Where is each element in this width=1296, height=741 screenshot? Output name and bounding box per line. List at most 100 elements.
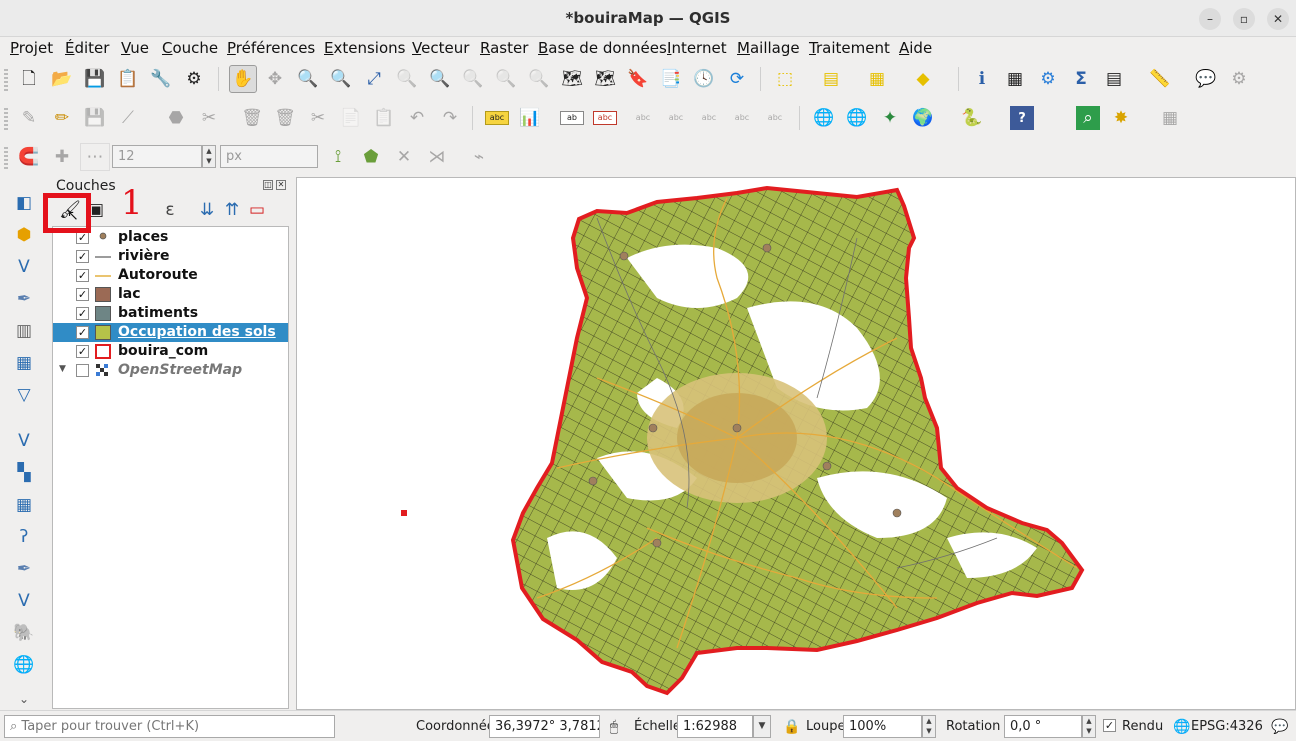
- measure-line-icon[interactable]: 📏: [1148, 67, 1172, 91]
- menu-vecteur[interactable]: Vecteur: [412, 39, 469, 57]
- add-vector-layer-icon[interactable]: V: [12, 429, 36, 453]
- temporal-controller-icon[interactable]: 🕓: [692, 67, 716, 91]
- layer-visibility-checkbox[interactable]: ✓: [76, 250, 89, 263]
- refresh-icon[interactable]: ⟳: [725, 67, 749, 91]
- layer-visibility-checkbox[interactable]: [76, 364, 89, 377]
- toolbox-icon[interactable]: ⚙: [1036, 67, 1060, 91]
- add-virtual-layer-icon[interactable]: V: [12, 589, 36, 613]
- menu-internet[interactable]: Internet: [667, 39, 727, 57]
- remove-layer-icon[interactable]: ▭: [245, 198, 269, 222]
- intersection-snapping-icon[interactable]: ✕: [392, 145, 416, 169]
- toggle-editing-icon[interactable]: ✏: [50, 106, 74, 130]
- expand-arrow-icon[interactable]: ▼: [59, 364, 66, 374]
- add-raster-layer-icon[interactable]: ▚: [12, 461, 36, 485]
- new-shapefile-layer-icon[interactable]: V: [12, 255, 36, 279]
- zoom-to-layer-icon[interactable]: 🔍: [428, 67, 452, 91]
- help-icon[interactable]: ?: [1010, 106, 1034, 130]
- map-canvas[interactable]: [296, 177, 1296, 710]
- vertex-tool-icon[interactable]: ⬣: [164, 106, 188, 130]
- layer-visibility-checkbox[interactable]: ✓: [76, 288, 89, 301]
- paste-features-icon[interactable]: 📄: [339, 106, 363, 130]
- panel-close-icon[interactable]: ✕: [276, 180, 286, 190]
- layer-visibility-checkbox[interactable]: ✓: [76, 326, 89, 339]
- grid-plugin-icon[interactable]: ▦: [1158, 106, 1182, 130]
- menu-aide[interactable]: Aide: [899, 39, 932, 57]
- rotation-stepper[interactable]: ▲ ▼: [1082, 715, 1096, 738]
- data-source-manager-icon[interactable]: ◧: [12, 191, 36, 215]
- render-checkbox[interactable]: ✓: [1103, 719, 1116, 732]
- maximize-button[interactable]: ▫: [1233, 8, 1255, 30]
- modify-attributes-icon[interactable]: ✂: [197, 106, 221, 130]
- metasearch-add-icon[interactable]: 🌐: [845, 106, 869, 130]
- map-tips-icon[interactable]: 💬: [1194, 67, 1218, 91]
- pin-labels-icon[interactable]: abc: [631, 106, 655, 130]
- move-label-icon[interactable]: abc: [697, 106, 721, 130]
- metasearch-icon[interactable]: 🌐: [812, 106, 836, 130]
- self-snapping-icon[interactable]: ⋊: [425, 145, 449, 169]
- messages-icon[interactable]: 💬: [1268, 715, 1292, 739]
- zoom-out-icon[interactable]: 🔍: [329, 67, 353, 91]
- menu-extensions[interactable]: Extensions: [324, 39, 405, 57]
- snapping-magnet-icon[interactable]: 🧲: [17, 145, 41, 169]
- menu-vue[interactable]: Vue: [121, 39, 149, 57]
- deselect-all-icon[interactable]: ▦: [865, 67, 889, 91]
- menu-couche[interactable]: Couche: [162, 39, 218, 57]
- new-temporary-layer-icon[interactable]: ✒: [12, 287, 36, 311]
- new-mesh-layer-icon[interactable]: ▦: [12, 351, 36, 375]
- select-by-location-icon[interactable]: ◆: [911, 67, 935, 91]
- menu-raster[interactable]: Raster: [480, 39, 528, 57]
- new-spatial-bookmark-icon[interactable]: 🔖: [626, 67, 650, 91]
- layer-row-riviere[interactable]: ✓ rivière: [53, 247, 288, 266]
- layer-row-openstreetmap[interactable]: ▼ OpenStreetMap: [53, 361, 288, 380]
- filter-legend-icon[interactable]: ε: [158, 198, 182, 222]
- zoom-native-icon[interactable]: 🔍: [461, 67, 485, 91]
- redo-icon[interactable]: ↷: [438, 106, 462, 130]
- pan-map-icon[interactable]: ✋: [229, 65, 257, 93]
- more-tools-chevron-icon[interactable]: ⌄: [12, 687, 36, 711]
- snapping-mode-icon[interactable]: ✚: [50, 145, 74, 169]
- magnifier-stepper[interactable]: ▲ ▼: [922, 715, 936, 738]
- new-project-icon[interactable]: 🗋: [17, 67, 41, 91]
- highlight-pinned-labels-icon[interactable]: ab: [560, 111, 584, 125]
- new-print-layout-icon[interactable]: 📋: [116, 67, 140, 91]
- plugin-tool-icon[interactable]: ✸: [1109, 106, 1133, 130]
- magnifier-field[interactable]: 100%: [843, 715, 922, 738]
- new-virtual-layer-icon[interactable]: ▥: [12, 319, 36, 343]
- zoom-full-icon[interactable]: ⤢: [362, 67, 386, 91]
- topological-editing-icon[interactable]: ⟟: [326, 145, 350, 169]
- open-project-icon[interactable]: 📂: [50, 67, 74, 91]
- save-edits-icon[interactable]: 💾: [83, 106, 107, 130]
- toggle-extents-icon[interactable]: 🖱: [602, 715, 626, 739]
- menu-preferences[interactable]: Préférences: [227, 39, 315, 57]
- layer-visibility-checkbox[interactable]: ✓: [76, 269, 89, 282]
- style-manager-icon[interactable]: ⚙: [182, 67, 206, 91]
- toolbar-handle[interactable]: [4, 145, 8, 169]
- menu-projet[interactable]: Projet: [10, 39, 53, 57]
- layer-row-autoroute[interactable]: ✓ Autoroute: [53, 266, 288, 285]
- identify-features-icon[interactable]: ℹ: [970, 67, 994, 91]
- scale-field[interactable]: 1:62988: [677, 715, 753, 738]
- pan-to-selection-icon[interactable]: ✥: [263, 67, 287, 91]
- toolbar-handle[interactable]: [4, 106, 8, 130]
- new-3d-view-icon[interactable]: 🗺: [593, 67, 617, 91]
- show-bookmarks-icon[interactable]: 📑: [659, 67, 683, 91]
- crs-label[interactable]: EPSG:4326: [1191, 719, 1263, 734]
- field-calculator-icon[interactable]: ▤: [1102, 67, 1126, 91]
- python-console-icon[interactable]: 🐍: [960, 106, 984, 130]
- close-button[interactable]: ✕: [1267, 8, 1289, 30]
- coordinate-field[interactable]: 36,3972° 3,7812°: [489, 715, 600, 738]
- copy-features-icon[interactable]: ✂: [306, 106, 330, 130]
- georeferencer-icon[interactable]: ✦: [878, 106, 902, 130]
- layer-row-occupation-des-sols[interactable]: ✓ Occupation des sols: [53, 323, 288, 342]
- avoid-overlap-icon[interactable]: ⬟: [359, 145, 383, 169]
- menu-editer[interactable]: Éditer: [65, 39, 109, 57]
- new-gpx-layer-icon[interactable]: ▽: [12, 383, 36, 407]
- layer-visibility-checkbox[interactable]: ✓: [76, 307, 89, 320]
- decorations-icon[interactable]: ⚙: [1227, 67, 1251, 91]
- new-map-view-icon[interactable]: 🗺: [560, 67, 584, 91]
- expand-all-icon[interactable]: ⇊: [195, 198, 219, 222]
- menu-base-de-donnees[interactable]: Base de données: [538, 39, 667, 57]
- tolerance-input[interactable]: 12: [112, 145, 202, 168]
- layer-row-lac[interactable]: ✓ lac: [53, 285, 288, 304]
- show-hide-labels-icon[interactable]: abc: [664, 106, 688, 130]
